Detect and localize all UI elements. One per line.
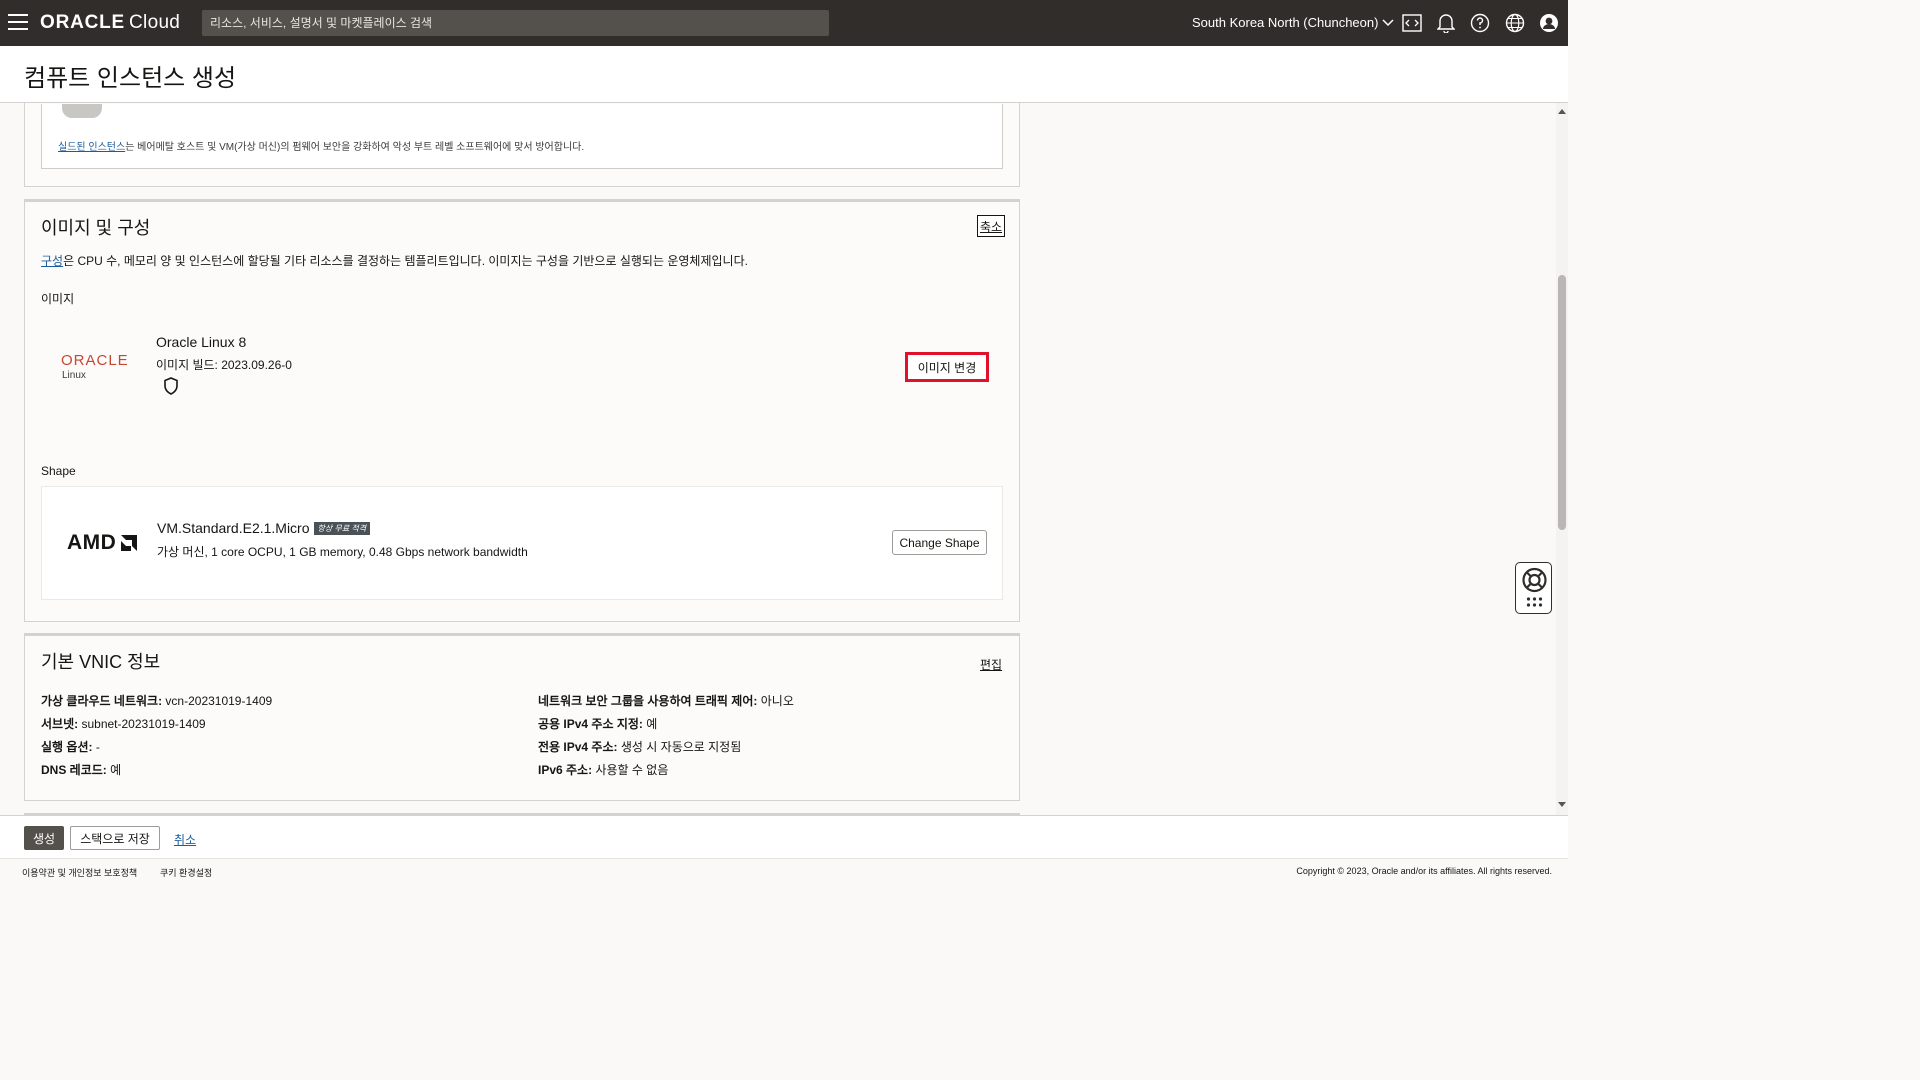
vnic-ipv6-key: IPv6 주소:	[538, 763, 593, 777]
image-name: Oracle Linux 8	[156, 334, 247, 350]
shielded-instance-desc-text: 는 베어메탈 호스트 및 VM(가상 머신)의 펌웨어 보안을 강화하여 악성 …	[125, 142, 585, 153]
change-image-button[interactable]: 이미지 변경	[905, 352, 989, 382]
oracle-linux-logo-sub: Linux	[62, 370, 86, 381]
vnic-launch-options: 실행 옵션: -	[41, 738, 100, 755]
shielded-instance-toggle[interactable]	[62, 104, 102, 118]
code-editor-icon[interactable]	[1401, 12, 1423, 34]
image-label: 이미지	[41, 292, 75, 306]
vnic-edit-link[interactable]: 편집	[980, 656, 1002, 673]
shape-description: 가상 머신, 1 core OCPU, 1 GB memory, 0.48 Gb…	[157, 545, 528, 559]
vnic-ipv6-value: 사용할 수 없음	[595, 763, 669, 777]
page-scrollbar[interactable]	[1556, 103, 1568, 815]
vnic-dns-record-key: DNS 레코드:	[41, 763, 107, 777]
cancel-link[interactable]: 취소	[174, 831, 196, 848]
image-shape-description: 구성은 CPU 수, 메모리 양 및 인스턴스에 할당될 기타 리소스를 결정하…	[41, 252, 748, 269]
vnic-private-ipv4-key: 전용 IPv4 주소:	[538, 740, 618, 754]
shape-name-text: VM.Standard.E2.1.Micro	[157, 520, 310, 536]
create-button[interactable]: 생성	[24, 826, 64, 850]
cookie-preferences-link[interactable]: 쿠키 환경설정	[160, 866, 212, 879]
oracle-linux-logo: ORACLE Linux	[61, 352, 129, 381]
vnic-dns-record: DNS 레코드: 예	[41, 761, 121, 778]
vnic-ipv6: IPv6 주소: 사용할 수 없음	[538, 761, 668, 778]
logo-sub-text: Cloud	[129, 12, 181, 33]
scroll-up-arrow[interactable]	[1558, 109, 1566, 114]
shielded-instance-link[interactable]: 실드된 인스턴스	[58, 142, 125, 153]
shape-label: Shape	[41, 464, 76, 478]
image-shape-title: 이미지 및 구성	[41, 218, 151, 238]
user-icon[interactable]	[1538, 12, 1560, 34]
form-scroll-area[interactable]: 실드된 인스턴스는 베어메탈 호스트 및 VM(가상 머신)의 펌웨어 보안을 …	[0, 103, 1556, 815]
amd-logo-text: AMD	[67, 531, 117, 554]
scrollbar-thumb[interactable]	[1558, 275, 1566, 530]
security-section: 실드된 인스턴스는 베어메탈 호스트 및 VM(가상 머신)의 펌웨어 보안을 …	[24, 103, 1020, 187]
logo-main-text: ORACLE	[40, 12, 126, 33]
help-widget[interactable]	[1515, 562, 1552, 614]
menu-icon[interactable]	[8, 14, 28, 30]
vnic-launch-options-key: 실행 옵션:	[41, 740, 93, 754]
vnic-subnet-value: subnet-20231019-1409	[81, 717, 206, 731]
shape-doc-link[interactable]: 구성	[41, 254, 63, 268]
search-input[interactable]	[202, 10, 829, 36]
vnic-section: 기본 VNIC 정보 편집 가상 클라우드 네트워크: vcn-20231019…	[24, 633, 1020, 801]
footer: 이용약관 및 개인정보 보호정책 쿠키 환경설정 Copyright © 202…	[0, 858, 1568, 882]
always-free-badge: 항상 무료 적격	[313, 522, 371, 535]
oracle-cloud-logo[interactable]: ORACLE Cloud	[40, 12, 180, 34]
top-navigation-bar: ORACLECloud South Korea North (Chuncheon…	[0, 0, 1568, 46]
vnic-nsg-value: 아니오	[760, 694, 794, 708]
vnic-public-ipv4-value: 예	[646, 717, 658, 731]
vnic-private-ipv4-value: 생성 시 자동으로 지정됨	[620, 740, 742, 754]
amd-arrow-icon	[121, 535, 138, 551]
region-label: South Korea North (Chuncheon)	[1192, 15, 1379, 30]
shape-name: VM.Standard.E2.1.Micro 항상 무료 적격	[157, 520, 371, 536]
region-selector[interactable]: South Korea North (Chuncheon)	[1192, 15, 1394, 30]
help-icon[interactable]	[1469, 12, 1491, 34]
image-shape-section: 이미지 및 구성 축소 구성은 CPU 수, 메모리 양 및 인스턴스에 할당될…	[24, 199, 1020, 622]
lifebuoy-icon	[1522, 567, 1547, 607]
change-shape-button[interactable]: Change Shape	[892, 530, 987, 555]
shielded-instance-description: 실드된 인스턴스는 베어메탈 호스트 및 VM(가상 머신)의 펌웨어 보안을 …	[58, 138, 584, 153]
vnic-vcn-value: vcn-20231019-1409	[165, 694, 273, 708]
shape-box: AMD VM.Standard.E2.1.Micro 항상 무료 적격 가상 머신…	[41, 486, 1003, 600]
image-shape-desc-text: 은 CPU 수, 메모리 양 및 인스턴스에 할당될 기타 리소스를 결정하는 …	[63, 254, 748, 268]
image-build: 이미지 빌드: 2023.09.26-0	[156, 358, 292, 372]
globe-icon[interactable]	[1504, 12, 1526, 34]
save-as-stack-button[interactable]: 스택으로 저장	[70, 826, 160, 850]
scroll-down-arrow[interactable]	[1558, 802, 1566, 807]
shielded-instance-box: 실드된 인스턴스는 베어메탈 호스트 및 VM(가상 머신)의 펌웨어 보안을 …	[41, 104, 1003, 169]
vnic-subnet-key: 서브넷:	[41, 717, 79, 731]
collapse-button[interactable]: 축소	[977, 215, 1005, 237]
chevron-down-icon	[1382, 18, 1394, 26]
vnic-public-ipv4: 공용 IPv4 주소 지정: 예	[538, 715, 657, 732]
vnic-subnet: 서브넷: subnet-20231019-1409	[41, 715, 206, 732]
action-bar: 생성 스택으로 저장 취소	[0, 815, 1568, 858]
oracle-linux-logo-main: ORACLE	[61, 352, 129, 369]
vnic-vcn: 가상 클라우드 네트워크: vcn-20231019-1409	[41, 692, 272, 709]
vnic-nsg-key: 네트워크 보안 그룹을 사용하여 트래픽 제어:	[538, 694, 758, 708]
vnic-nsg: 네트워크 보안 그룹을 사용하여 트래픽 제어: 아니오	[538, 692, 794, 709]
vnic-public-ipv4-key: 공용 IPv4 주소 지정:	[538, 717, 643, 731]
page-title: 컴퓨트 인스턴스 생성	[24, 65, 237, 92]
vnic-title: 기본 VNIC 정보	[41, 652, 161, 672]
bell-icon[interactable]	[1435, 12, 1457, 34]
copyright-text: Copyright © 2023, Oracle and/or its affi…	[1296, 866, 1552, 876]
amd-logo: AMD	[67, 531, 139, 555]
vnic-launch-options-value: -	[95, 740, 100, 754]
vnic-dns-record-value: 예	[110, 763, 122, 777]
shield-icon	[164, 377, 178, 395]
vnic-vcn-key: 가상 클라우드 네트워크:	[41, 694, 163, 708]
vnic-private-ipv4: 전용 IPv4 주소: 생성 시 자동으로 지정됨	[538, 738, 741, 755]
page-header: 컴퓨트 인스턴스 생성	[0, 46, 1568, 103]
terms-privacy-link[interactable]: 이용약관 및 개인정보 보호정책	[22, 866, 137, 879]
